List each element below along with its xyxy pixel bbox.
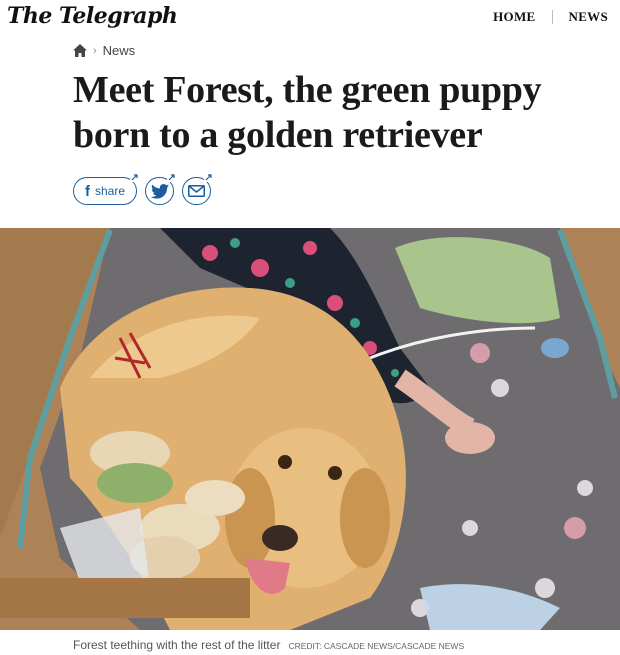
external-link-icon — [130, 173, 139, 182]
nav-news-link[interactable]: NEWS — [569, 9, 609, 25]
nav-home-link[interactable]: HOME — [493, 9, 535, 25]
headline: Meet Forest, the green puppy born to a g… — [73, 68, 618, 158]
external-link-icon — [204, 173, 213, 182]
caption-text: Forest teething with the rest of the lit… — [73, 638, 281, 652]
photo-credit: CREDIT: CASCADE NEWS/CASCADE NEWS — [288, 641, 465, 651]
twitter-share-button[interactable] — [145, 173, 176, 205]
masthead: The Telegraph HOME NEWS — [0, 0, 620, 34]
home-icon[interactable] — [73, 44, 87, 57]
twitter-icon — [150, 183, 169, 199]
article-photo — [0, 228, 620, 630]
breadcrumb: › News — [73, 43, 135, 58]
logo[interactable]: The Telegraph — [7, 3, 178, 29]
breadcrumb-news-link[interactable]: News — [103, 43, 136, 58]
facebook-share-label: share — [94, 184, 126, 198]
email-icon — [188, 185, 205, 197]
share-bar: f share — [73, 173, 213, 205]
photo-illustration — [0, 228, 620, 630]
external-link-icon — [167, 173, 176, 182]
top-nav: HOME NEWS — [493, 9, 608, 25]
headline-line-1: Meet Forest, the green puppy — [73, 69, 542, 111]
facebook-icon: f — [84, 182, 90, 200]
email-share-button[interactable] — [182, 173, 213, 205]
photo-caption: Forest teething with the rest of the lit… — [73, 638, 464, 652]
nav-divider — [551, 10, 553, 24]
chevron-right-icon: › — [93, 44, 97, 57]
headline-line-2: born to a golden retriever — [73, 114, 483, 156]
facebook-share-button[interactable]: f share — [73, 173, 139, 205]
